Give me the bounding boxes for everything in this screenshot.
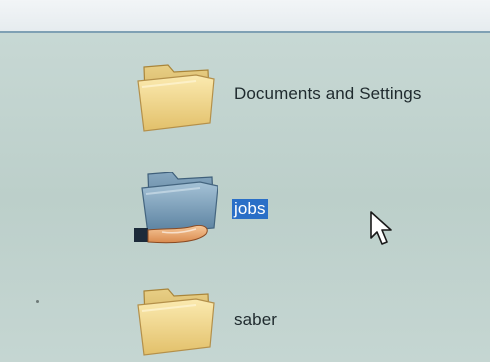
shared-folder-icon <box>134 172 218 250</box>
explorer-window: Documents and Settings jobs saber <box>0 0 490 362</box>
folder-item-documents-and-settings[interactable]: Documents and Settings <box>134 57 490 137</box>
toolbar-strip <box>0 0 490 31</box>
screen-speck <box>36 300 39 303</box>
folder-label[interactable]: saber <box>234 310 277 330</box>
folder-label[interactable]: Documents and Settings <box>234 84 421 104</box>
folder-icon <box>134 283 218 361</box>
folder-icon <box>134 57 218 135</box>
folder-item-jobs[interactable]: jobs <box>134 172 490 252</box>
folder-item-saber[interactable]: saber <box>134 283 490 362</box>
mouse-pointer-icon <box>369 210 395 248</box>
folder-label-selected[interactable]: jobs <box>232 199 268 219</box>
